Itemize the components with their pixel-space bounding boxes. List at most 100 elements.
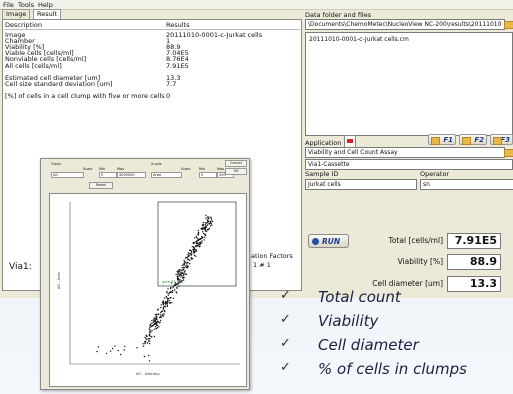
scatter-point bbox=[203, 239, 205, 241]
x-axis-select[interactable]: Area bbox=[151, 172, 182, 178]
scatter-point bbox=[96, 350, 98, 353]
scatter-point bbox=[176, 276, 179, 278]
scatter-point bbox=[195, 245, 197, 248]
application-field[interactable]: Viability and Cell Count Assay bbox=[305, 147, 505, 158]
ok-button[interactable]: OK bbox=[225, 168, 247, 175]
scatter-point bbox=[195, 240, 197, 243]
scatter-point bbox=[176, 287, 178, 289]
scatter-point bbox=[148, 335, 151, 337]
scatter-plot-svg: gate 93.1 % AO - Intensity AO - Area bbox=[57, 201, 240, 376]
scatter-plot-area[interactable]: gate 93.1 % AO - Intensity AO - Area bbox=[49, 193, 247, 387]
scatter-point bbox=[205, 226, 208, 228]
scatter-point bbox=[206, 216, 208, 218]
result-description: All cells [cells/ml] bbox=[5, 61, 62, 70]
scatter-point bbox=[157, 324, 159, 326]
scatter-point bbox=[168, 293, 170, 295]
sample-id-field[interactable]: Jurkat cells bbox=[305, 179, 417, 190]
y-max-label: Max bbox=[117, 167, 125, 171]
data-folder-path[interactable]: \Documents\ChemoMetec\NucleoView NC-200\… bbox=[305, 19, 505, 30]
f2-button[interactable]: F2 bbox=[459, 134, 487, 145]
f1-button[interactable]: F1 bbox=[428, 134, 456, 145]
result-value: 7.7 bbox=[166, 79, 177, 88]
scatter-point bbox=[151, 322, 153, 325]
header-results: Results bbox=[166, 21, 190, 29]
scatter-point bbox=[167, 297, 170, 300]
scatter-point bbox=[202, 221, 205, 224]
scatter-point bbox=[148, 342, 151, 345]
scatter-point bbox=[172, 297, 175, 299]
f3-button[interactable]: F3 bbox=[490, 134, 513, 145]
scatter-point bbox=[155, 313, 158, 315]
scatter-point bbox=[187, 265, 189, 268]
scatter-point bbox=[183, 262, 185, 264]
tab-image[interactable]: Image bbox=[2, 9, 31, 19]
scatter-point bbox=[193, 252, 195, 254]
y-min-field[interactable]: 0 bbox=[99, 172, 117, 178]
scatter-point bbox=[188, 255, 190, 257]
scatter-point bbox=[204, 235, 207, 237]
scatter-point bbox=[166, 297, 168, 299]
total-value: 7.91E5 bbox=[447, 233, 501, 249]
reset-button[interactable]: Reset bbox=[89, 182, 113, 189]
scatter-point bbox=[195, 249, 197, 251]
scatter-point bbox=[175, 291, 177, 293]
operator-field[interactable]: sn bbox=[420, 179, 513, 190]
x-min-field[interactable]: 0 bbox=[199, 172, 217, 178]
cancel-button[interactable]: Cancel bbox=[225, 160, 247, 167]
run-button[interactable]: RUN bbox=[308, 234, 349, 248]
scatter-point bbox=[196, 237, 198, 239]
scatter-point bbox=[170, 291, 172, 293]
scatter-point bbox=[167, 294, 169, 296]
folder-icon[interactable] bbox=[504, 149, 513, 157]
scatter-point bbox=[149, 340, 151, 342]
scatter-point bbox=[191, 246, 193, 248]
scatter-point bbox=[172, 287, 174, 289]
checklist-item: ✓% of cells in clumps bbox=[280, 360, 467, 378]
cassette-field[interactable]: Via1-Cassette bbox=[305, 159, 513, 170]
menu-tools[interactable]: Tools bbox=[18, 1, 34, 9]
scatter-point bbox=[160, 306, 162, 309]
file-list-item[interactable]: 20111010-0001-c-Jurkat cells.cm bbox=[309, 36, 409, 43]
y-max-field[interactable]: 4000000 bbox=[117, 172, 146, 178]
scatter-point bbox=[178, 271, 181, 273]
checkmark-icon: ✓ bbox=[280, 360, 291, 375]
scatter-point bbox=[164, 305, 166, 307]
y-axis-select[interactable]: AO bbox=[51, 172, 84, 178]
scatter-point bbox=[183, 273, 185, 276]
file-list[interactable]: 20111010-0001-c-Jurkat cells.cm bbox=[305, 32, 513, 136]
scatter-point bbox=[148, 333, 151, 335]
scatter-point bbox=[182, 269, 185, 271]
folder-icon[interactable] bbox=[504, 21, 513, 29]
scatter-point bbox=[209, 225, 212, 227]
via1-label: Via1: bbox=[9, 262, 32, 272]
scatter-point bbox=[155, 315, 157, 317]
menu-file[interactable]: File bbox=[3, 1, 14, 9]
header-divider bbox=[4, 29, 300, 30]
scatter-point bbox=[154, 325, 157, 328]
scatter-point bbox=[170, 286, 172, 289]
scatter-point bbox=[198, 232, 200, 234]
scatter-point bbox=[197, 233, 199, 235]
menu-help[interactable]: Help bbox=[38, 1, 53, 9]
scatter-point bbox=[169, 302, 171, 304]
scatter-point bbox=[155, 328, 157, 330]
scatter-point bbox=[207, 221, 209, 223]
scatter-point bbox=[193, 246, 195, 248]
scatter-point bbox=[186, 264, 188, 266]
scatter-point bbox=[208, 223, 211, 225]
scatter-point bbox=[185, 262, 188, 264]
scatter-point bbox=[151, 336, 153, 338]
scatter-point bbox=[206, 224, 209, 226]
scatter-point bbox=[201, 235, 203, 238]
scatter-point bbox=[173, 289, 176, 291]
scatter-point bbox=[154, 320, 156, 323]
scatter-point bbox=[158, 326, 160, 328]
scatter-point bbox=[179, 269, 181, 271]
scatter-point bbox=[202, 231, 204, 233]
checkmark-icon: ✓ bbox=[280, 288, 291, 303]
scatter-point bbox=[168, 300, 171, 302]
scatter-point bbox=[208, 216, 210, 218]
scatter-point bbox=[183, 266, 185, 269]
scatter-point bbox=[162, 308, 165, 310]
scatter-point bbox=[172, 289, 174, 292]
